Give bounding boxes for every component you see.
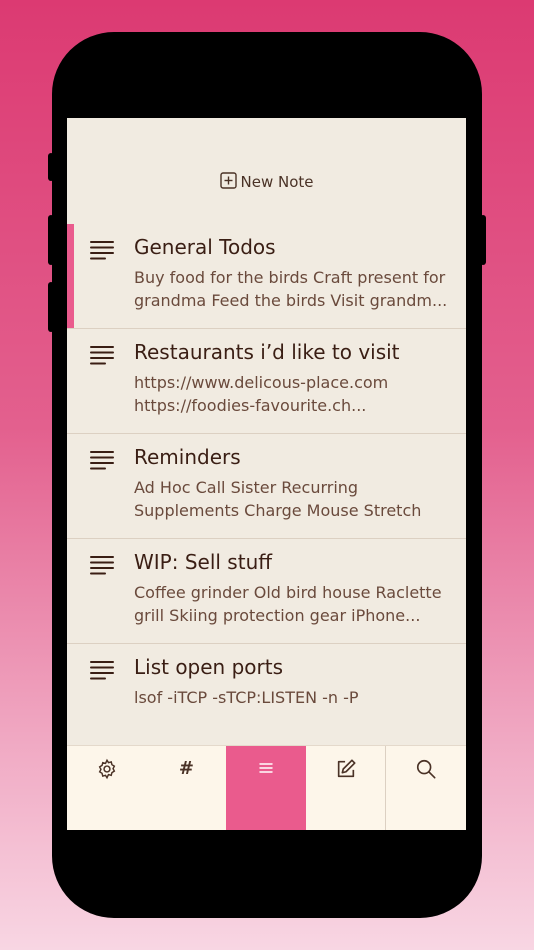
list-item[interactable]: Reminders Ad Hoc Call Sister Recurring S…: [67, 434, 466, 539]
note-title: Restaurants i’d like to visit: [134, 340, 400, 364]
note-lines-icon: [90, 450, 114, 470]
tab-notes[interactable]: [226, 746, 306, 830]
list-item[interactable]: Restaurants i’d like to visit https://ww…: [67, 329, 466, 434]
tab-bar: #: [67, 745, 466, 830]
note-lines-icon: [90, 240, 114, 260]
tab-settings[interactable]: [67, 746, 147, 830]
side-button-mute: [48, 153, 54, 181]
note-title: General Todos: [134, 235, 276, 259]
side-button-power: [480, 215, 486, 265]
note-preview: https://www.delicous-place.com https://f…: [134, 373, 389, 415]
tab-tags[interactable]: #: [147, 746, 227, 830]
list-icon: [255, 758, 277, 785]
plus-square-icon: [219, 171, 237, 193]
gear-icon: [96, 758, 118, 785]
new-note-button[interactable]: New Note: [67, 170, 466, 194]
tab-search[interactable]: [385, 746, 466, 830]
new-note-label: New Note: [240, 173, 314, 191]
note-preview: lsof -iTCP -sTCP:LISTEN -n -P: [134, 688, 359, 707]
note-lines-icon: [90, 345, 114, 365]
side-button-volume-up: [48, 215, 54, 265]
search-icon: [415, 758, 437, 785]
tab-compose[interactable]: [306, 746, 386, 830]
compose-icon: [335, 758, 357, 785]
app-screen: New Note General Todos Buy food for the …: [67, 118, 466, 830]
note-lines-icon: [90, 660, 114, 680]
hash-icon: #: [178, 758, 194, 779]
note-preview: Buy food for the birds Craft present for…: [134, 268, 448, 310]
notes-list: General Todos Buy food for the birds Cra…: [67, 224, 466, 749]
side-button-volume-down: [48, 282, 54, 332]
list-item[interactable]: List open ports lsof -iTCP -sTCP:LISTEN …: [67, 644, 466, 749]
list-item[interactable]: WIP: Sell stuff Coffee grinder Old bird …: [67, 539, 466, 644]
note-title: WIP: Sell stuff: [134, 550, 273, 574]
list-item[interactable]: General Todos Buy food for the birds Cra…: [67, 224, 466, 329]
note-lines-icon: [90, 555, 114, 575]
note-title: List open ports: [134, 655, 284, 679]
note-preview: Coffee grinder Old bird house Raclette g…: [134, 583, 442, 625]
note-preview: Ad Hoc Call Sister Recurring Supplements…: [134, 478, 422, 520]
note-title: Reminders: [134, 445, 241, 469]
